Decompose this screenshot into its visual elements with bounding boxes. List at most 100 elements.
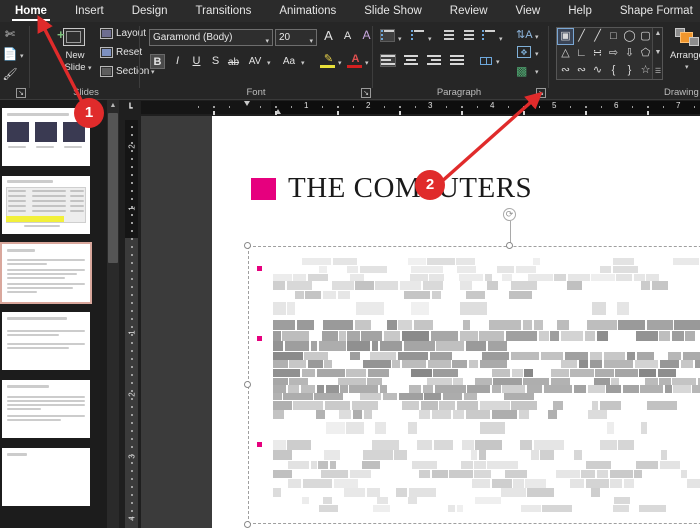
shape-left-brace-icon[interactable]: { (606, 63, 621, 78)
tab-animations[interactable]: Animations (270, 0, 345, 22)
text-direction-icon[interactable]: ⇅A (516, 28, 533, 42)
numbering-button[interactable] (411, 30, 424, 41)
shape-curve-icon[interactable]: ∾ (574, 63, 589, 78)
italic-button[interactable]: I (170, 54, 185, 69)
smartart-chevron-down-icon[interactable]: ▾ (535, 68, 539, 76)
rotate-handle-icon[interactable]: ⟳ (503, 208, 516, 221)
increase-indent-button[interactable] (461, 30, 474, 41)
arrange-button[interactable]: Arrange ▾ (670, 26, 700, 78)
shape-arrow-icon[interactable]: ╱ (590, 29, 605, 44)
align-right-button[interactable] (427, 55, 441, 66)
tab-transitions[interactable]: Transitions (187, 0, 261, 22)
align-center-button[interactable] (404, 55, 418, 66)
line-spacing-button[interactable] (482, 30, 495, 41)
numbering-chevron-down-icon[interactable]: ▾ (428, 35, 432, 43)
ruler-tab-stop[interactable] (399, 111, 401, 115)
paragraph-dialog-launcher[interactable]: ↘ (536, 88, 546, 98)
scrollbar-thumb[interactable] (108, 113, 118, 263)
thumbnail-slide-2[interactable] (2, 176, 90, 234)
tab-help[interactable]: Help (559, 0, 601, 22)
shape-pentagon-icon[interactable]: ⬠ (638, 46, 653, 61)
clipboard-dialog-launcher[interactable]: ↘ (16, 88, 26, 98)
thumbnail-slide-4[interactable] (2, 312, 90, 370)
line-spacing-chevron-down-icon[interactable]: ▾ (499, 35, 503, 43)
resize-handle-top-center[interactable] (506, 242, 513, 249)
scroll-up-icon[interactable]: ▲ (107, 100, 119, 112)
font-size-chevron-down-icon[interactable]: ▾ (309, 34, 313, 45)
tab-insert[interactable]: Insert (66, 0, 113, 22)
decrease-font-size-icon[interactable]: A (340, 29, 355, 44)
resize-handle-top-left[interactable] (244, 242, 251, 249)
shape-down-arrow-icon[interactable]: ⇩ (622, 46, 637, 61)
convert-to-smartart-icon[interactable]: ▩ (516, 64, 532, 78)
tab-shape-format[interactable]: Shape Format (611, 0, 700, 22)
ruler-tab-stop[interactable] (585, 111, 587, 115)
tab-slide-show[interactable]: Slide Show (355, 0, 431, 22)
change-case-button[interactable]: Aa (279, 54, 299, 69)
character-spacing-chevron-down-icon[interactable]: ▾ (267, 59, 271, 67)
shape-oval-icon[interactable]: ◯ (622, 29, 637, 44)
justify-button[interactable] (450, 55, 464, 66)
bullets-chevron-down-icon[interactable]: ▾ (398, 35, 402, 43)
resize-handle-bottom-left[interactable] (244, 521, 251, 528)
horizontal-ruler[interactable]: 1 2 3 4 5 6 7 (141, 100, 700, 116)
thumbnail-slide-3[interactable] (0, 242, 92, 304)
thumbnail-slide-6[interactable] (2, 448, 90, 506)
change-case-chevron-down-icon[interactable]: ▾ (301, 59, 305, 67)
cut-icon[interactable]: ✄ (2, 26, 18, 42)
shape-rectangle-icon[interactable]: □ (606, 29, 621, 44)
decrease-indent-button[interactable] (441, 30, 454, 41)
underline-button[interactable]: U (189, 54, 204, 69)
copy-chevron-down-icon[interactable]: ▾ (20, 52, 24, 60)
shape-right-brace-icon[interactable]: } (622, 63, 637, 78)
ruler-tab-stop[interactable] (461, 111, 463, 115)
shape-star-icon[interactable]: ☆ (638, 63, 653, 78)
tab-review[interactable]: Review (441, 0, 497, 22)
character-spacing-button[interactable]: AV (245, 54, 265, 69)
shapes-gallery-scrollbar[interactable]: ▲ ▼ ☰ (652, 28, 662, 79)
shapes-scroll-down-icon[interactable]: ▼ (653, 47, 663, 59)
bold-button[interactable]: B (150, 54, 165, 69)
tab-home[interactable]: Home (6, 0, 56, 22)
shape-line-icon[interactable]: ╱ (574, 29, 589, 44)
ruler-corner-tab-selector[interactable]: ┗ (119, 100, 141, 116)
shapes-scroll-up-icon[interactable]: ▲ (653, 28, 663, 40)
align-text-icon[interactable]: ✥ (517, 46, 531, 58)
resize-handle-middle-left[interactable] (244, 381, 251, 388)
thumbnail-pane-scrollbar[interactable]: ▲ (107, 100, 119, 528)
ruler-tab-stop[interactable] (647, 111, 649, 115)
shape-freeform-icon[interactable]: ∿ (590, 63, 605, 78)
ruler-tab-stop[interactable] (213, 111, 215, 115)
arrange-chevron-down-icon[interactable]: ▾ (685, 63, 689, 71)
slide-thumbnail-pane[interactable] (0, 100, 107, 528)
ruler-tab-stop[interactable] (523, 111, 525, 115)
shape-right-arrow-icon[interactable]: ⇨ (606, 46, 621, 61)
shape-rounded-rectangle-icon[interactable]: ▢ (638, 29, 653, 44)
bullets-button[interactable] (380, 29, 395, 42)
shape-triangle-icon[interactable]: △ (558, 46, 573, 61)
ruler-tab-stop[interactable] (275, 111, 277, 115)
font-name-combo[interactable]: Garamond (Body) ▾ (149, 29, 273, 46)
columns-icon[interactable] (480, 57, 492, 65)
shape-elbow-connector-icon[interactable]: ∟ (574, 46, 589, 61)
font-name-chevron-down-icon[interactable]: ▾ (265, 34, 269, 45)
format-painter-icon[interactable]: 🖌 (2, 66, 18, 82)
shapes-gallery[interactable]: ▣ ╱ ╱ □ ◯ ▢ △ ∟ ∺ ⇨ ⇩ ⬠ ∾ ∾ ∿ { } ☆ ▲ ▼ … (556, 27, 663, 80)
new-slide-chevron-down-icon[interactable]: ▾ (88, 64, 92, 72)
copy-icon[interactable]: 📄 (2, 46, 18, 62)
ruler-tab-stop[interactable] (337, 111, 339, 115)
strikethrough-button[interactable]: ab (226, 55, 241, 70)
vertical-ruler[interactable]: 211234 (125, 120, 138, 528)
increase-font-size-icon[interactable]: A (321, 28, 336, 43)
new-slide-button[interactable]: + New Slide ▾ (53, 26, 97, 84)
tab-design[interactable]: Design (123, 0, 177, 22)
slide-title[interactable]: THE COMPUTERS (288, 172, 532, 205)
align-text-chevron-down-icon[interactable]: ▾ (535, 50, 539, 58)
content-placeholder[interactable]: ⟳ (244, 208, 700, 528)
shape-scribble-icon[interactable]: ∾ (558, 63, 573, 78)
font-dialog-launcher[interactable]: ↘ (361, 88, 371, 98)
text-shadow-button[interactable]: S (208, 54, 223, 69)
text-direction-chevron-down-icon[interactable]: ▾ (535, 33, 539, 41)
current-slide[interactable]: THE COMPUTERS ⟳ wsxdn.com (212, 116, 700, 528)
columns-chevron-down-icon[interactable]: ▾ (496, 58, 500, 66)
